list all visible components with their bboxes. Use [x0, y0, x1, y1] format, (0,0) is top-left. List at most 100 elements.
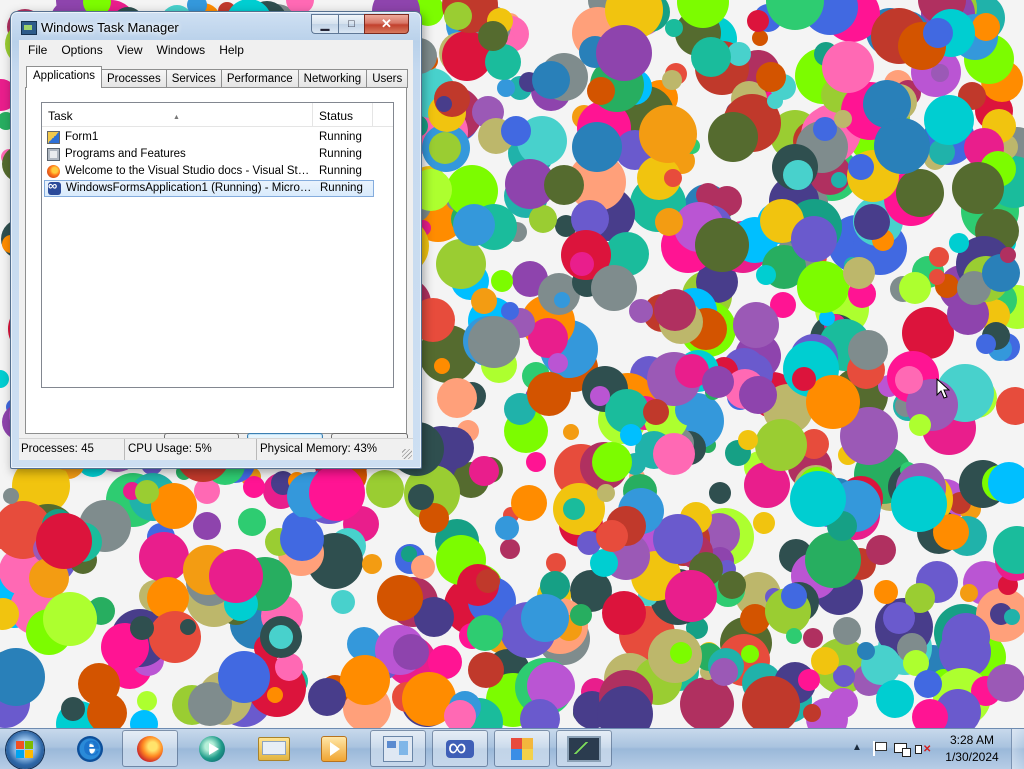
- wallpaper-bubble: [798, 669, 820, 691]
- taskbar-firefox[interactable]: [122, 730, 178, 767]
- wallpaper-bubble: [739, 376, 777, 414]
- wallpaper-bubble: [590, 386, 610, 406]
- wallpaper-bubble: [874, 580, 898, 604]
- wallpaper-bubble: [469, 456, 499, 486]
- mouse-cursor-icon: [936, 378, 950, 399]
- network-icon[interactable]: [893, 741, 911, 757]
- wallpaper-bubble: [833, 617, 861, 645]
- tab-applications[interactable]: Applications: [26, 66, 103, 88]
- wallpaper-bubble: [563, 498, 585, 520]
- taskbar-internet-explorer[interactable]: [62, 730, 118, 767]
- tab-processes[interactable]: Processes: [101, 69, 167, 88]
- start-button[interactable]: [6, 731, 44, 769]
- wallpaper-bubble: [755, 419, 807, 471]
- wallpaper-bubble: [592, 442, 632, 482]
- task-row-visual-studio-docs[interactable]: Welcome to the Visual Studio docs - Visu…: [43, 163, 375, 180]
- taskbar-programs-and-features[interactable]: [370, 730, 426, 767]
- taskbar-windows-forms-app[interactable]: [494, 730, 550, 767]
- wallpaper-bubble: [308, 678, 346, 716]
- wallpaper-bubble: [803, 628, 823, 648]
- close-button[interactable]: ✕: [364, 14, 409, 34]
- taskbar-windows-media-player[interactable]: [184, 730, 240, 767]
- task-row-windowsformsapplication1[interactable]: WindowsFormsApplication1 (Running) - Mic…: [44, 178, 374, 197]
- wallpaper-bubble: [896, 169, 944, 217]
- wallpaper-bubble: [501, 116, 531, 146]
- wallpaper-bubble: [0, 370, 9, 388]
- task-name: Programs and Features: [65, 148, 186, 160]
- wallpaper-bubble: [411, 555, 435, 579]
- resize-grip-icon[interactable]: [402, 449, 412, 459]
- wallpaper-bubble: [695, 218, 749, 272]
- task-row-programs-and-features[interactable]: Programs and Features Running: [43, 146, 375, 163]
- menu-help[interactable]: Help: [212, 40, 251, 60]
- tab-performance[interactable]: Performance: [220, 69, 299, 88]
- wallpaper-bubble: [949, 233, 969, 253]
- wallpaper-bubble: [1000, 247, 1016, 263]
- wallpaper-bubble: [437, 378, 477, 418]
- wallpaper-bubble: [691, 37, 731, 77]
- wallpaper-bubble: [139, 532, 189, 582]
- wallpaper-bubble: [972, 13, 1000, 41]
- tab-strip: Applications Processes Services Performa…: [26, 66, 409, 88]
- wallpaper-bubble: [662, 70, 682, 90]
- task-manager-window[interactable]: Windows Task Manager ▁ □ ✕ File Options …: [10, 11, 422, 469]
- taskbar-visual-studio[interactable]: [432, 730, 488, 767]
- show-desktop-button[interactable]: [1011, 729, 1024, 769]
- taskbar-windows-explorer[interactable]: [246, 730, 302, 767]
- wallpaper-bubble: [960, 584, 978, 602]
- volume-muted-icon[interactable]: [914, 741, 932, 757]
- wallpaper-bubble: [709, 482, 731, 504]
- task-status: Running: [319, 165, 362, 177]
- task-row-form1[interactable]: Form1 Running: [43, 129, 375, 146]
- clock[interactable]: 3:28 AM 1/30/2024: [936, 732, 1008, 766]
- task-rows: Form1 Running Programs and Features Runn…: [43, 129, 375, 197]
- tab-users[interactable]: Users: [366, 69, 409, 88]
- action-center-flag-icon[interactable]: [873, 741, 887, 756]
- tab-services[interactable]: Services: [165, 69, 222, 88]
- column-header-task[interactable]: Task ▲: [42, 103, 313, 126]
- task-name: Form1: [65, 131, 99, 143]
- wallpaper-bubble: [43, 592, 97, 646]
- menu-windows[interactable]: Windows: [150, 40, 213, 60]
- windows-logo-icon: [16, 741, 34, 759]
- maximize-button[interactable]: □: [338, 14, 364, 34]
- menu-options[interactable]: Options: [54, 40, 109, 60]
- menu-view[interactable]: View: [110, 40, 150, 60]
- wallpaper-bubble: [822, 41, 874, 93]
- wallpaper-bubble: [805, 532, 861, 588]
- wallpaper-bubble: [408, 484, 434, 510]
- wallpaper-bubble: [747, 10, 769, 32]
- wallpaper-bubble: [664, 169, 682, 187]
- wallpaper-bubble: [629, 299, 653, 323]
- wallpaper-bubble: [976, 334, 996, 354]
- wallpaper-bubble: [429, 132, 461, 164]
- notification-area: ▲ 3:28 AM 1/30/2024: [834, 729, 1024, 769]
- wallpaper-bubble: [876, 680, 914, 718]
- wallpaper-bubble: [895, 366, 923, 394]
- wallpaper-bubble: [596, 520, 628, 552]
- wallpaper-bubble: [280, 517, 324, 561]
- show-hidden-icons-chevron-up-icon[interactable]: ▲: [852, 742, 862, 753]
- wallpaper-bubble: [883, 602, 915, 634]
- menu-file[interactable]: File: [21, 40, 54, 60]
- wallpaper-bubble: [752, 30, 768, 46]
- title-bar[interactable]: Windows Task Manager ▁ □ ✕: [19, 14, 413, 38]
- wallpaper-bubble: [309, 465, 365, 521]
- taskbar-media-center[interactable]: [306, 730, 362, 767]
- task-list[interactable]: Task ▲ Status Form1 Running Programs and…: [41, 102, 394, 388]
- wallpaper-bubble: [792, 367, 816, 391]
- wallpaper-bubble: [436, 96, 452, 112]
- column-header-status[interactable]: Status: [313, 103, 373, 126]
- taskbar-task-manager[interactable]: [556, 730, 612, 767]
- wallpaper-bubble: [238, 508, 266, 536]
- wallpaper-bubble: [665, 570, 717, 622]
- wallpaper-bubble: [797, 261, 849, 313]
- wallpaper-bubble: [554, 292, 570, 308]
- wallpaper-bubble: [135, 480, 159, 504]
- wallpaper-bubble: [643, 399, 669, 425]
- wallpaper-bubble: [786, 628, 802, 644]
- tab-networking[interactable]: Networking: [297, 69, 368, 88]
- column-status-label: Status: [319, 109, 354, 123]
- wallpaper-bubble: [718, 571, 746, 599]
- minimize-button[interactable]: ▁: [311, 14, 338, 34]
